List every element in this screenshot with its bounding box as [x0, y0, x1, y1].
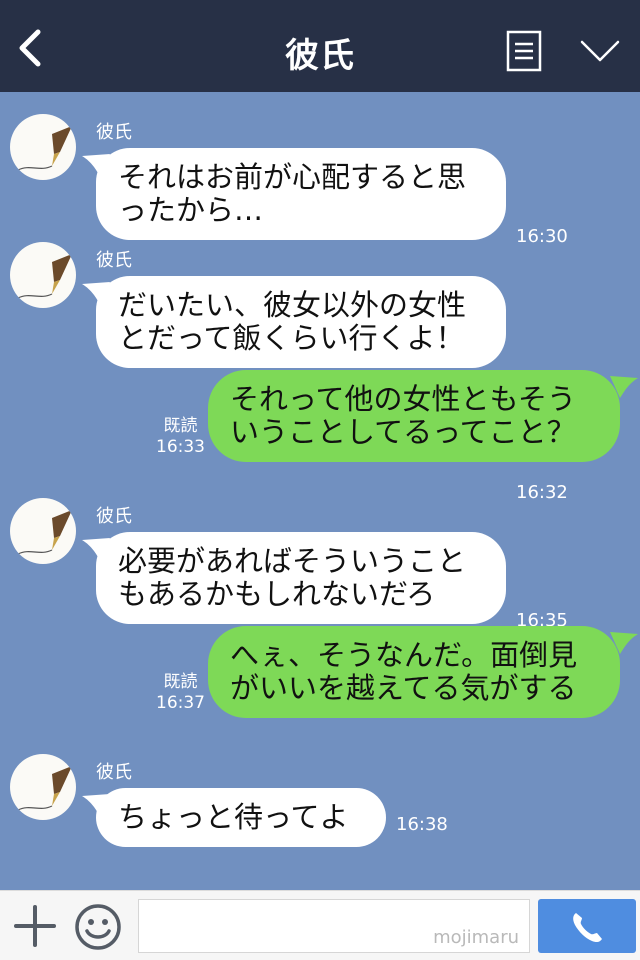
avatar[interactable]	[10, 242, 76, 308]
avatar[interactable]	[10, 498, 76, 564]
sender-name: 彼氏	[96, 762, 132, 783]
pen-icon	[17, 254, 72, 299]
chat-header: 彼氏	[0, 0, 640, 92]
phone-icon	[573, 913, 602, 943]
read-label: 既読	[163, 416, 198, 436]
call-button[interactable]	[538, 899, 636, 953]
read-receipt: 既読 16:33	[156, 416, 205, 458]
message-bubble[interactable]: それはお前が心配すると思 ったから…	[96, 148, 506, 240]
plus-icon[interactable]	[14, 905, 56, 947]
pen-icon	[17, 766, 72, 811]
message-time: 16:33	[156, 437, 205, 457]
avatar[interactable]	[10, 114, 76, 180]
watermark: mojimaru	[433, 927, 519, 948]
message-time: 16:38	[396, 814, 448, 835]
pen-icon	[17, 126, 72, 171]
message-bubble[interactable]: 必要があればそういうこと もあるかもしれないだろ	[96, 532, 506, 624]
read-label: 既読	[163, 672, 198, 692]
sender-name: 彼氏	[96, 122, 132, 143]
input-bar: mojimaru	[0, 890, 640, 960]
message-time: 16:32	[516, 482, 568, 503]
list-icon[interactable]	[506, 30, 542, 72]
read-receipt: 既読 16:37	[156, 672, 205, 714]
message-bubble[interactable]: それって他の女性ともそう いうことしてるってこと？	[208, 370, 620, 462]
message-input[interactable]: mojimaru	[138, 899, 530, 953]
chevron-down-icon[interactable]	[580, 36, 620, 66]
chat-log[interactable]: 彼氏 それはお前が心配すると思 ったから… 16:30 彼氏 だいたい、彼女以外…	[0, 92, 640, 890]
message-bubble[interactable]: へぇ、そうなんだ。面倒見 がいいを越えてる気がする	[208, 626, 620, 718]
emoji-icon[interactable]	[74, 903, 122, 951]
avatar[interactable]	[10, 754, 76, 820]
message-time: 16:30	[516, 226, 568, 247]
sender-name: 彼氏	[96, 506, 132, 527]
message-bubble[interactable]: ちょっと待ってよ	[96, 788, 386, 847]
pen-icon	[17, 510, 72, 555]
message-bubble[interactable]: だいたい、彼女以外の女性 とだって飯くらい行くよ！	[96, 276, 506, 368]
chat-title: 彼氏	[285, 36, 355, 76]
message-time: 16:37	[156, 693, 205, 713]
sender-name: 彼氏	[96, 250, 132, 271]
